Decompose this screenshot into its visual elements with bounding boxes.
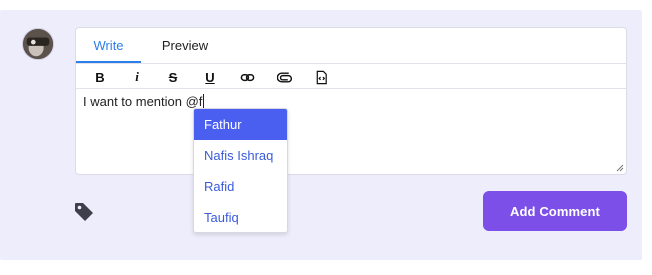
tab-write[interactable]: Write <box>76 28 141 63</box>
mention-item-taufiq[interactable]: Taufiq <box>194 202 287 232</box>
mention-item-fathur[interactable]: Fathur <box>194 109 287 140</box>
editor-tabs: Write Preview <box>76 28 626 63</box>
mention-item-nafis-ishraq[interactable]: Nafis Ishraq <box>194 140 287 171</box>
comment-input[interactable]: I want to mention @f <box>83 94 618 110</box>
attachment-icon[interactable] <box>274 68 294 86</box>
mention-suggestions: Fathur Nafis Ishraq Rafid Taufiq <box>193 108 288 233</box>
text-caret <box>203 94 205 108</box>
user-avatar <box>22 28 54 60</box>
add-comment-button[interactable]: Add Comment <box>483 191 627 231</box>
italic-button[interactable]: i <box>127 68 147 86</box>
bold-button[interactable]: B <box>90 68 110 86</box>
tag-icon[interactable] <box>72 200 96 224</box>
mention-item-rafid[interactable]: Rafid <box>194 171 287 202</box>
underline-button[interactable]: U <box>200 68 220 86</box>
tab-preview[interactable]: Preview <box>152 28 218 63</box>
comment-editor: Write Preview B i S U I want to mention … <box>75 27 627 175</box>
resize-handle-icon[interactable] <box>616 164 624 172</box>
formatting-toolbar: B i S U <box>76 63 626 89</box>
comment-text: I want to mention @f <box>83 94 203 109</box>
code-file-icon[interactable] <box>311 68 331 86</box>
link-icon[interactable] <box>237 68 257 86</box>
strikethrough-button[interactable]: S <box>163 68 183 86</box>
